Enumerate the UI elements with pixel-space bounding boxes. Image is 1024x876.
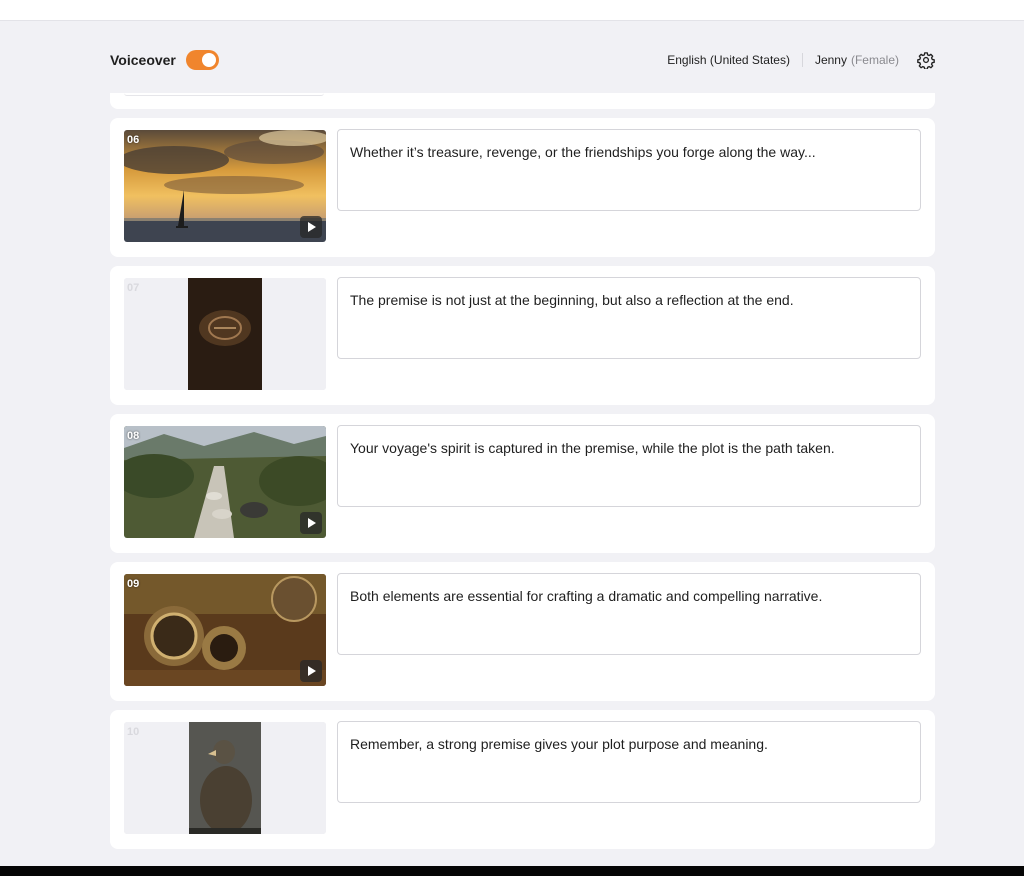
scene-card: 10 Remember, a strong premise gives your… xyxy=(110,710,935,849)
sailboat-at-sunset-image xyxy=(124,130,326,242)
stone-path-in-field-image xyxy=(124,426,326,538)
voiceover-control: Voiceover xyxy=(110,50,219,70)
scene-number: 07 xyxy=(127,282,140,294)
voice-gender: (Female) xyxy=(850,53,899,67)
scene-card: 08 Your voyage's spirit is captured in t… xyxy=(110,414,935,553)
perched-eagle-image xyxy=(124,722,326,834)
partial-thumbnail xyxy=(124,93,324,96)
scene-thumbnail[interactable]: 09 xyxy=(124,574,326,686)
voice-name: Jenny xyxy=(814,53,847,67)
scene-number: 08 xyxy=(127,430,140,442)
scene-number: 10 xyxy=(127,726,140,738)
bottom-bar xyxy=(0,866,1024,876)
gear-icon[interactable] xyxy=(917,51,935,69)
toggle-knob xyxy=(201,53,216,67)
voiceover-toggle[interactable] xyxy=(185,50,219,70)
language-selector[interactable]: English (United States) xyxy=(667,53,803,67)
scene-script-input[interactable]: Whether it’s treasure, revenge, or the f… xyxy=(337,129,921,211)
scene-thumbnail[interactable]: 06 xyxy=(124,130,326,242)
scene-thumbnail[interactable]: 10 xyxy=(124,722,326,834)
voiceover-header: Voiceover English (United States) Jenny(… xyxy=(110,40,935,80)
scene-card: 09 Both elements are essential for craft… xyxy=(110,562,935,701)
scene-number: 09 xyxy=(127,578,140,590)
play-icon[interactable] xyxy=(300,216,322,238)
antique-navigation-instruments-image xyxy=(124,574,326,686)
scene-card: 06 Whether it’s treasure, revenge, or th… xyxy=(110,118,935,257)
scene-script-input[interactable]: Remember, a strong premise gives your pl… xyxy=(337,721,921,803)
scene-number: 06 xyxy=(127,134,140,146)
play-icon[interactable] xyxy=(300,512,322,534)
scene-card: 07 The premise is not just at the beginn… xyxy=(110,266,935,405)
compass-in-dark-image xyxy=(124,278,326,390)
scene-thumbnail[interactable]: 08 xyxy=(124,426,326,538)
scene-script-input[interactable]: The premise is not just at the beginning… xyxy=(337,277,921,359)
voiceover-label: Voiceover xyxy=(110,52,176,68)
scene-thumbnail[interactable]: 07 xyxy=(124,278,326,390)
top-bar xyxy=(0,0,1024,21)
scene-script-input[interactable]: Both elements are essential for crafting… xyxy=(337,573,921,655)
play-icon[interactable] xyxy=(300,660,322,682)
scene-card-partial xyxy=(110,93,935,109)
voice-settings: English (United States) Jenny (Female) xyxy=(667,51,935,69)
scene-script-input[interactable]: Your voyage's spirit is captured in the … xyxy=(337,425,921,507)
voice-selector[interactable]: Jenny (Female) xyxy=(803,53,899,67)
